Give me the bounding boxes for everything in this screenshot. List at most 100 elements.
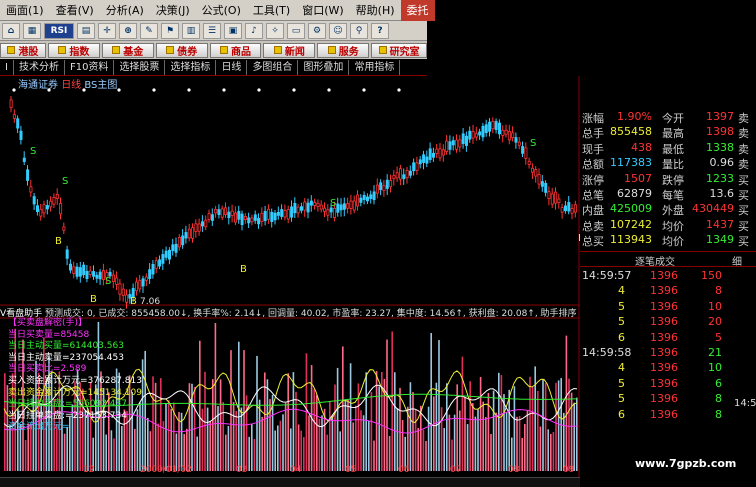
nav-icon — [327, 46, 336, 54]
candle-body — [455, 139, 459, 150]
tab-overlay[interactable]: 图形叠加 — [298, 60, 350, 75]
zoom-icon[interactable]: ⊕ — [119, 22, 137, 39]
candle-body — [78, 267, 82, 277]
volume-bar — [399, 387, 401, 471]
volume-bar — [219, 379, 222, 471]
nav-button-service[interactable]: 服务 — [317, 42, 370, 58]
candle-body — [425, 156, 429, 164]
tick-header-label: 逐笔成交 — [635, 257, 675, 268]
menu-item-tools[interactable]: 工具(T) — [247, 0, 296, 21]
tab-roman[interactable]: Ⅰ — [0, 60, 14, 75]
tab-common-indicators[interactable]: 常用指标 — [349, 60, 401, 75]
nav-label: 服务 — [338, 46, 359, 58]
nav-icon — [273, 46, 282, 54]
volume-bar — [505, 412, 508, 471]
tick-volume: 150 — [701, 269, 722, 282]
gear-icon[interactable]: ⚙ — [308, 22, 326, 39]
nav-button-research[interactable]: 研究室 — [371, 42, 427, 58]
volume-bar — [232, 401, 235, 471]
volume-bar — [438, 340, 440, 471]
calendar-icon[interactable]: ▣ — [224, 22, 242, 39]
volume-bar — [570, 392, 573, 471]
chart-icon[interactable]: ▥ — [182, 22, 200, 39]
candle-body — [250, 217, 254, 223]
candle-body — [497, 122, 501, 135]
search-icon[interactable]: ⚲ — [350, 22, 368, 39]
quote-label: 外盘 — [662, 204, 684, 218]
tick-header-detail[interactable]: 细 — [732, 253, 742, 268]
grid-icon[interactable]: ▦ — [23, 22, 41, 39]
bs-label: 当日买卖比=2.589 — [8, 364, 87, 375]
menu-item-trade[interactable]: 委托 — [400, 0, 435, 21]
tab-f10[interactable]: F10资料 — [65, 60, 115, 75]
tab-select-indicator[interactable]: 选择指标 — [165, 60, 217, 75]
tick-price: 1396 — [650, 269, 678, 282]
menu-item-window[interactable]: 窗口(W) — [296, 0, 349, 21]
cross-icon[interactable]: ✛ — [98, 22, 116, 39]
monitor-icon[interactable]: ▭ — [287, 22, 305, 39]
volume-bar — [386, 339, 388, 471]
candle-body — [339, 204, 343, 211]
candle-body — [408, 170, 412, 176]
nav-button-commodity[interactable]: 商品 — [209, 42, 262, 58]
menu-item-analysis[interactable]: 分析(A) — [100, 0, 150, 21]
rsi-button[interactable]: RSI — [44, 22, 74, 39]
tab-select-stock[interactable]: 选择股票 — [114, 60, 166, 75]
candle-body — [372, 191, 376, 201]
menu-item-decision[interactable]: 决策(J) — [150, 0, 196, 21]
nav-button-hk[interactable]: 港股 — [0, 42, 46, 58]
tick-price: 1396 — [650, 330, 678, 344]
menu-item-formula[interactable]: 公式(O) — [196, 0, 247, 21]
bell-icon[interactable]: ♪ — [245, 22, 263, 39]
candle-body — [88, 270, 92, 275]
bottom-scroll-bar[interactable] — [0, 477, 580, 487]
menu-item-view[interactable]: 查看(V) — [50, 0, 100, 21]
candle-body — [273, 212, 277, 221]
menu-item-help[interactable]: 帮助(H) — [350, 0, 401, 21]
nav-button-news[interactable]: 新闻 — [263, 42, 316, 58]
draw-icon[interactable]: ✎ — [140, 22, 158, 39]
volume-bar — [396, 408, 399, 471]
home-icon[interactable]: ⌂ — [2, 22, 20, 39]
nav-button-index[interactable]: 指数 — [47, 42, 100, 58]
candle-body — [207, 213, 211, 220]
tab-technical-analysis[interactable]: 技术分析 — [14, 60, 65, 75]
candle-body — [151, 263, 155, 275]
toolbar: ⌂ ▦ RSI ▤ ✛ ⊕ ✎ ⚑ ▥ ☰ ▣ ♪ ✧ ▭ ⚙ ☺ ⚲ ? — [0, 21, 427, 41]
volume-bar — [557, 380, 560, 471]
volume-bar — [347, 399, 349, 471]
bs-label: 当日挂单卖盘:=237153.734 — [8, 410, 127, 421]
candle-body — [474, 133, 478, 138]
volume-bar — [563, 412, 565, 471]
candle-body — [468, 130, 472, 140]
nav-button-fund[interactable]: 基金 — [101, 42, 154, 58]
list-icon[interactable]: ☰ — [203, 22, 221, 39]
top-marker — [152, 88, 156, 92]
tick-type: 5 — [618, 376, 625, 390]
candle-body — [507, 131, 511, 141]
candle-body — [158, 259, 162, 267]
help-icon[interactable]: ? — [371, 22, 389, 39]
candle-body — [554, 191, 558, 204]
candle-body — [365, 196, 369, 202]
flag-icon[interactable]: ⚑ — [161, 22, 179, 39]
candle-body — [184, 232, 188, 239]
tab-multi-chart[interactable]: 多图组合 — [247, 60, 299, 75]
tab-daily[interactable]: 日线 — [216, 60, 248, 75]
candle-body — [134, 281, 138, 292]
candle-body — [138, 280, 142, 290]
candle-body — [22, 157, 26, 162]
nav-button-bond[interactable]: 债券 — [155, 42, 208, 58]
candle-body — [382, 185, 386, 191]
top-marker — [362, 88, 366, 92]
volume-bar — [235, 410, 237, 471]
volume-bar — [516, 416, 518, 471]
menu-item-screen[interactable]: 画面(1) — [0, 0, 50, 21]
candle-body — [200, 221, 204, 227]
person-icon[interactable]: ☺ — [329, 22, 347, 39]
top-marker — [397, 88, 401, 92]
pin-icon[interactable]: ✧ — [266, 22, 284, 39]
table-icon[interactable]: ▤ — [77, 22, 95, 39]
edge-label: 卖 — [738, 127, 749, 141]
candle-body — [527, 160, 531, 165]
